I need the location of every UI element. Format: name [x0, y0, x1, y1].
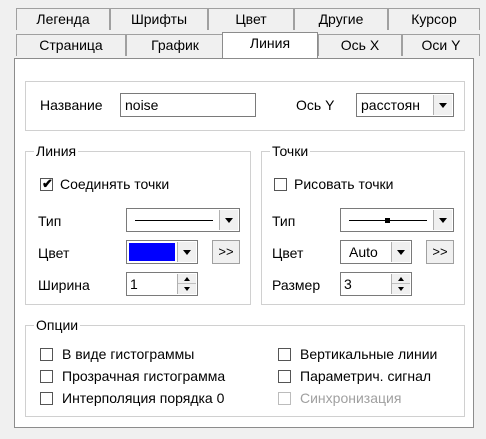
chevron-down-icon[interactable] [391, 242, 410, 262]
line-type-select[interactable] [126, 208, 240, 232]
name-input[interactable]: noise [120, 93, 256, 117]
points-color-more-button[interactable]: >> [426, 240, 454, 264]
spin-buttons[interactable] [177, 274, 196, 294]
connect-points-label: Соединять точки [60, 176, 170, 192]
line-settings-panel: Название noise Ось Y расстоян Линия ✔ Со… [14, 58, 474, 428]
tab-line[interactable]: Линия [222, 32, 318, 58]
line-type-label: Тип [38, 213, 62, 229]
line-group-title: Линия [34, 142, 79, 160]
axis-y-select[interactable]: расстоян [356, 93, 454, 117]
line-color-select[interactable] [126, 240, 198, 264]
vertical-lines-checkbox[interactable] [278, 348, 291, 361]
points-size-value: 3 [344, 276, 352, 292]
draw-points-checkbox[interactable] [274, 178, 287, 191]
tab-other[interactable]: Другие [294, 8, 388, 30]
synchronization-checkbox [278, 392, 291, 405]
tab-cursor[interactable]: Курсор [388, 8, 480, 30]
axis-y-label: Ось Y [296, 97, 335, 113]
spin-down-icon[interactable] [178, 284, 196, 294]
zero-order-interpolation-label: Интерполяция порядка 0 [62, 390, 225, 406]
points-color-label: Цвет [272, 245, 304, 261]
tab-graph[interactable]: График [126, 34, 224, 56]
points-type-label: Тип [272, 213, 296, 229]
tab-page[interactable]: Страница [16, 34, 126, 56]
points-color-value: Auto [349, 244, 378, 260]
spin-up-icon[interactable] [392, 274, 410, 284]
chevron-down-icon[interactable] [177, 242, 196, 262]
spin-down-icon[interactable] [392, 284, 410, 294]
points-color-select[interactable]: Auto [340, 240, 412, 264]
points-group-title: Точки [270, 142, 311, 160]
line-color-label: Цвет [38, 245, 70, 261]
tab-axis-x[interactable]: Ось X [318, 34, 402, 56]
axis-y-value: расстоян [361, 97, 420, 113]
color-swatch [129, 243, 175, 261]
line-width-spinner[interactable]: 1 [126, 272, 198, 296]
connect-points-checkbox[interactable]: ✔ [40, 176, 53, 191]
points-size-spinner[interactable]: 3 [340, 272, 412, 296]
transparent-histogram-checkbox[interactable] [40, 370, 53, 383]
line-group: Линия ✔ Соединять точки Тип Цвет >> Шири… [25, 142, 251, 305]
points-type-select[interactable] [340, 208, 454, 232]
points-group: Точки Рисовать точки Тип Цвет Auto >> Ра… [261, 142, 465, 305]
histogram-label: В виде гистограммы [62, 346, 195, 362]
tab-color[interactable]: Цвет [208, 8, 294, 30]
vertical-lines-label: Вертикальные линии [300, 346, 438, 362]
square-marker-icon [385, 218, 390, 223]
options-group: Опции В виде гистограммы Вертикальные ли… [25, 316, 465, 417]
solid-line-icon [135, 220, 213, 221]
parametric-signal-checkbox[interactable] [278, 370, 291, 383]
chevron-down-icon[interactable] [433, 95, 452, 115]
parametric-signal-label: Параметрич. сигнал [300, 368, 432, 384]
name-label: Название [40, 97, 103, 113]
chevron-down-icon[interactable] [219, 210, 238, 230]
tab-fonts[interactable]: Шрифты [110, 8, 208, 30]
line-width-label: Ширина [38, 277, 90, 293]
tab-axes-y[interactable]: Оси Y [402, 34, 480, 56]
zero-order-interpolation-checkbox[interactable] [40, 392, 53, 405]
transparent-histogram-label: Прозрачная гистограмма [62, 368, 226, 384]
options-group-title: Опции [34, 316, 81, 334]
line-width-value: 1 [130, 276, 138, 292]
spin-buttons[interactable] [391, 274, 410, 294]
histogram-checkbox[interactable] [40, 348, 53, 361]
draw-points-label: Рисовать точки [294, 176, 394, 192]
synchronization-label: Синхронизация [300, 390, 402, 406]
points-size-label: Размер [272, 277, 321, 293]
chevron-down-icon[interactable] [433, 210, 452, 230]
line-color-more-button[interactable]: >> [212, 240, 240, 264]
spin-up-icon[interactable] [178, 274, 196, 284]
tab-legend[interactable]: Легенда [16, 8, 110, 30]
series-box: Название noise Ось Y расстоян [25, 81, 465, 131]
checkmark-icon: ✔ [42, 176, 53, 191]
